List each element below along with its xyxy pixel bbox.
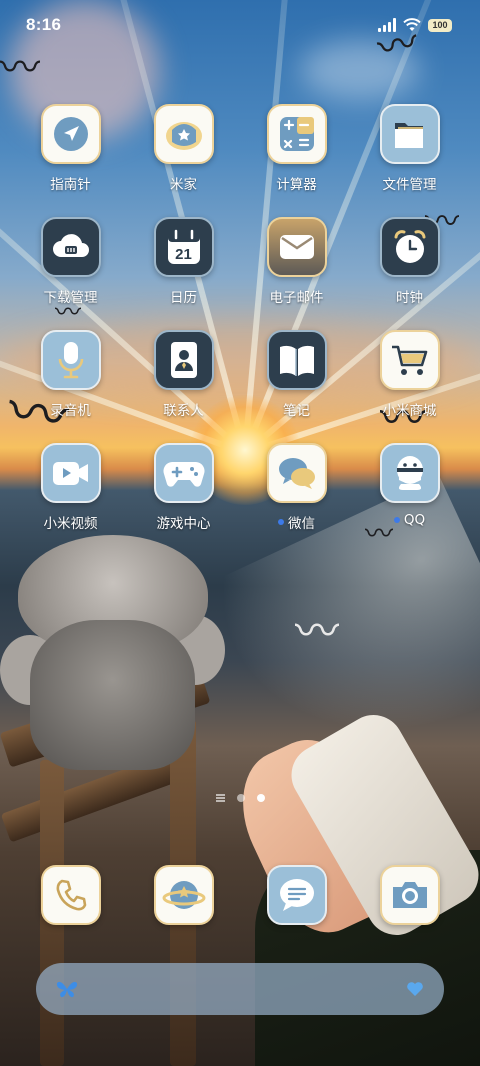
list-view-indicator-icon	[215, 794, 225, 802]
app-qq[interactable]: QQ	[353, 443, 466, 556]
app-label: 游戏中心	[156, 516, 211, 532]
message-bubble-icon	[266, 865, 327, 925]
clock-time: 8:16	[26, 15, 62, 34]
app-label: 指南针	[50, 177, 91, 193]
butterfly-icon	[56, 981, 78, 998]
status-bar: 8:16 100	[0, 0, 480, 50]
wechat-icon	[266, 443, 327, 503]
app-mijia[interactable]: 米家	[127, 104, 240, 217]
shopping-cart-icon	[379, 330, 440, 390]
notification-dot	[278, 519, 284, 525]
app-label: QQ	[393, 512, 425, 528]
dock	[14, 865, 466, 927]
battery-indicator: 100	[428, 18, 452, 32]
app-grid: 指南针 米家 计算器 文件管理 下载管理 21 日历 电子邮件 时钟 录音机 联…	[14, 104, 466, 556]
app-email[interactable]: 电子邮件	[240, 217, 353, 330]
dock-messages[interactable]	[240, 865, 353, 927]
app-compass[interactable]: 指南针	[14, 104, 127, 217]
cellular-signal-icon	[378, 18, 396, 32]
app-label: 日历	[170, 290, 197, 306]
search-bar[interactable]	[36, 963, 444, 1015]
app-recorder[interactable]: 录音机	[14, 330, 127, 443]
app-label: 微信	[278, 512, 315, 532]
video-camera-icon	[40, 443, 101, 503]
camera-icon	[379, 865, 440, 925]
microphone-icon	[40, 330, 101, 390]
app-notes[interactable]: 笔记	[240, 330, 353, 443]
app-mi-video[interactable]: 小米视频	[14, 443, 127, 556]
app-label: 文件管理	[382, 177, 437, 193]
calendar-date: 21	[175, 245, 192, 263]
app-label: 米家	[170, 177, 197, 193]
app-label: 小米商城	[382, 403, 437, 419]
app-label: 时钟	[396, 290, 423, 306]
calculator-icon	[266, 104, 327, 164]
app-label: 联系人	[163, 403, 204, 419]
app-mi-store[interactable]: 小米商城	[353, 330, 466, 443]
app-label: 电子邮件	[269, 290, 324, 306]
app-label: 下载管理	[43, 290, 98, 306]
calendar-icon: 21	[153, 217, 214, 277]
app-label: 小米视频	[43, 516, 98, 532]
alarm-clock-icon	[379, 217, 440, 277]
compass-icon	[40, 104, 101, 164]
cloud-download-icon	[40, 217, 101, 277]
status-icons: 100	[378, 18, 452, 32]
plush-elephant-wallpaper	[0, 525, 230, 785]
notification-dot	[393, 517, 400, 523]
folder-icon	[379, 104, 440, 164]
app-label: 录音机	[50, 403, 91, 419]
page-dot-2-active	[256, 794, 265, 802]
contacts-icon	[153, 330, 214, 390]
notes-book-icon	[266, 330, 327, 390]
mijia-home-icon	[153, 104, 214, 164]
app-clock[interactable]: 时钟	[353, 217, 466, 330]
app-contacts[interactable]: 联系人	[127, 330, 240, 443]
dock-camera[interactable]	[353, 865, 466, 927]
page-indicator[interactable]	[0, 794, 480, 802]
planet-browser-icon	[153, 865, 214, 925]
app-calculator[interactable]: 计算器	[240, 104, 353, 217]
app-label: 笔记	[283, 403, 310, 419]
app-file-manager[interactable]: 文件管理	[353, 104, 466, 217]
app-calendar[interactable]: 21 日历	[127, 217, 240, 330]
app-label: 计算器	[276, 177, 317, 193]
dock-browser[interactable]	[127, 865, 240, 927]
dock-phone[interactable]	[14, 865, 127, 927]
mail-icon	[266, 217, 327, 277]
gamepad-icon	[153, 443, 214, 503]
qq-penguin-icon	[379, 443, 440, 503]
phone-icon	[40, 865, 101, 925]
wifi-icon	[403, 18, 421, 31]
app-wechat[interactable]: 微信	[240, 443, 353, 556]
page-dot-1	[236, 794, 245, 802]
app-download-manager[interactable]: 下载管理	[14, 217, 127, 330]
app-game-center[interactable]: 游戏中心	[127, 443, 240, 556]
blue-heart-icon	[407, 982, 423, 996]
